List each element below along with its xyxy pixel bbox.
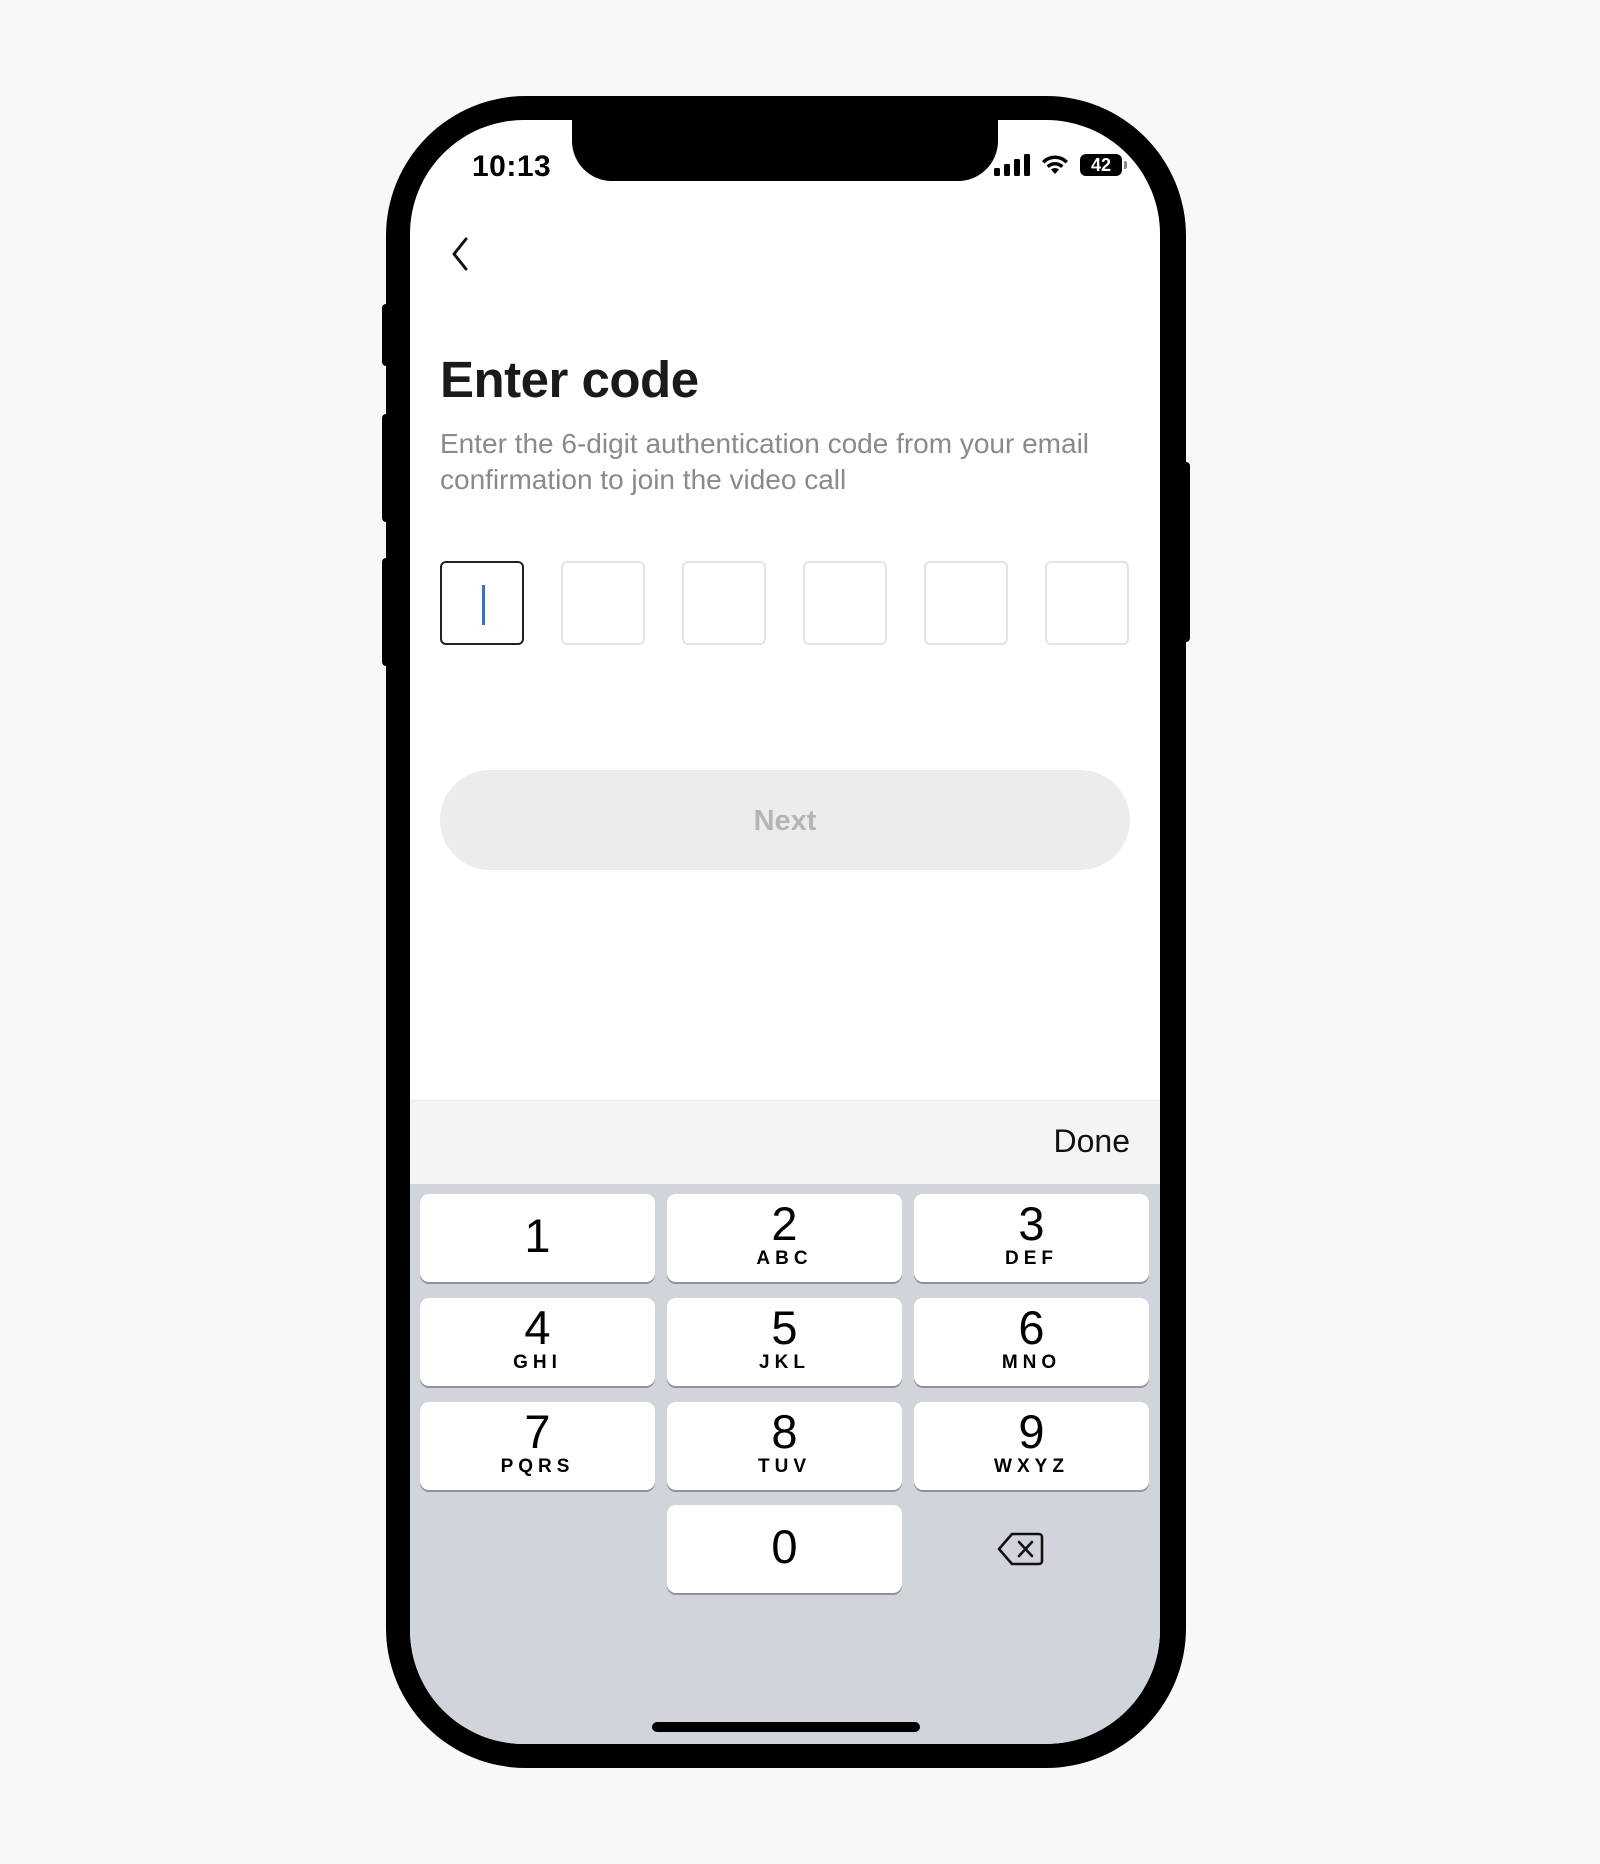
next-button[interactable]: Next <box>440 770 1130 870</box>
key-letters: WXYZ <box>994 1456 1069 1477</box>
status-icons: 42 <box>994 154 1127 176</box>
text-cursor <box>482 585 485 625</box>
key-digit: 7 <box>524 1405 551 1458</box>
key-4[interactable]: 4 GHI <box>420 1298 655 1386</box>
home-indicator <box>652 1722 920 1732</box>
code-digit-input-5[interactable] <box>924 561 1008 645</box>
numeric-keyboard: 1 2 ABC 3 DEF 4 GHI 5 JKL 6 MNO 7 PQRS 8… <box>410 1184 1160 1744</box>
key-letters: ABC <box>756 1248 813 1269</box>
key-letters: PQRS <box>500 1456 575 1477</box>
key-digit: 3 <box>1018 1197 1045 1250</box>
key-digit: 9 <box>1018 1405 1045 1458</box>
backspace-key[interactable] <box>903 1505 1138 1593</box>
key-2[interactable]: 2 ABC <box>667 1194 902 1282</box>
key-digit: 0 <box>771 1520 798 1573</box>
key-digit: 2 <box>771 1197 798 1250</box>
key-3[interactable]: 3 DEF <box>914 1194 1149 1282</box>
key-digit: 4 <box>524 1301 551 1354</box>
code-digit-input-2[interactable] <box>561 561 645 645</box>
key-digit: 5 <box>771 1301 798 1354</box>
key-digit: 1 <box>524 1209 551 1262</box>
keyboard-toolbar: Done <box>410 1100 1160 1185</box>
done-button[interactable]: Done <box>1054 1123 1131 1160</box>
key-letters: DEF <box>1005 1248 1058 1269</box>
key-9[interactable]: 9 WXYZ <box>914 1402 1149 1490</box>
cellular-signal-icon <box>994 154 1030 176</box>
backspace-icon <box>997 1532 1043 1566</box>
key-letters: TUV <box>758 1456 811 1477</box>
key-0[interactable]: 0 <box>667 1505 902 1593</box>
notch <box>572 120 998 181</box>
code-input-row <box>440 561 1130 647</box>
key-5[interactable]: 5 JKL <box>667 1298 902 1386</box>
code-digit-input-6[interactable] <box>1045 561 1129 645</box>
key-letters: JKL <box>759 1352 810 1373</box>
code-digit-input-1[interactable] <box>440 561 524 645</box>
key-letters: GHI <box>513 1352 562 1373</box>
phone-mockup: 10:13 42 Enter code Enter the 6-digit au… <box>0 0 1600 1864</box>
battery-icon: 42 <box>1080 154 1127 176</box>
key-1[interactable]: 1 <box>420 1194 655 1282</box>
phone-screen: 10:13 42 Enter code Enter the 6-digit au… <box>410 120 1160 1744</box>
key-digit: 8 <box>771 1405 798 1458</box>
key-6[interactable]: 6 MNO <box>914 1298 1149 1386</box>
status-time: 10:13 <box>472 150 552 183</box>
key-letters: MNO <box>1001 1352 1062 1373</box>
key-digit: 6 <box>1018 1301 1045 1354</box>
page-title: Enter code <box>440 351 699 408</box>
code-digit-input-4[interactable] <box>803 561 887 645</box>
back-button[interactable] <box>440 230 480 278</box>
key-8[interactable]: 8 TUV <box>667 1402 902 1490</box>
code-digit-input-3[interactable] <box>682 561 766 645</box>
wifi-icon <box>1042 155 1068 174</box>
key-7[interactable]: 7 PQRS <box>420 1402 655 1490</box>
page-subtitle: Enter the 6-digit authentication code fr… <box>440 428 1090 495</box>
chevron-left-icon <box>452 237 468 271</box>
